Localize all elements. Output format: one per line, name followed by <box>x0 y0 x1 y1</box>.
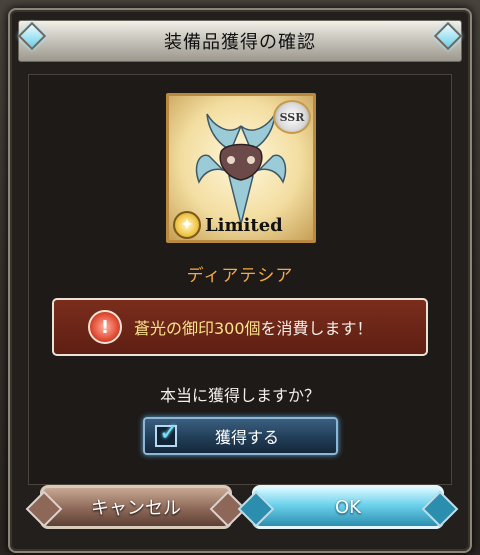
ok-button[interactable]: OK <box>237 485 459 529</box>
cost-amount: 蒼光の御印300個 <box>134 319 261 338</box>
ssr-rarity-badge: SSR <box>273 100 311 134</box>
ok-button-label: OK <box>335 496 361 518</box>
cost-warning-box: ! 蒼光の御印300個を消費します！ <box>52 298 428 356</box>
checkmark-icon: ✓ <box>159 418 180 446</box>
exclamation-icon: ! <box>88 310 122 344</box>
dialog-header: 装備品獲得の確認 <box>18 20 462 62</box>
item-name: ディアテシア <box>186 266 294 286</box>
acquire-checkbox[interactable]: ✓ <box>155 418 179 447</box>
dialog-title: 装備品獲得の確認 <box>164 32 316 53</box>
limited-badge: ✦ Limited <box>171 210 315 240</box>
cost-warning-text: 蒼光の御印300個を消費します！ <box>134 315 373 339</box>
acquire-checkbox-button[interactable]: ✓ 獲得する <box>143 417 338 455</box>
acquire-checkbox-label: 獲得する <box>215 428 280 447</box>
confirm-question: 本当に獲得しますか？ <box>159 386 320 405</box>
limited-coin-icon: ✦ <box>173 211 201 239</box>
item-card: SSR ✦ Limited <box>166 93 316 243</box>
cancel-button-label: キャンセル <box>91 498 181 519</box>
cancel-button[interactable]: キャンセル <box>25 485 247 529</box>
limited-label: Limited <box>205 214 283 236</box>
cost-suffix: を消費します！ <box>260 319 373 338</box>
